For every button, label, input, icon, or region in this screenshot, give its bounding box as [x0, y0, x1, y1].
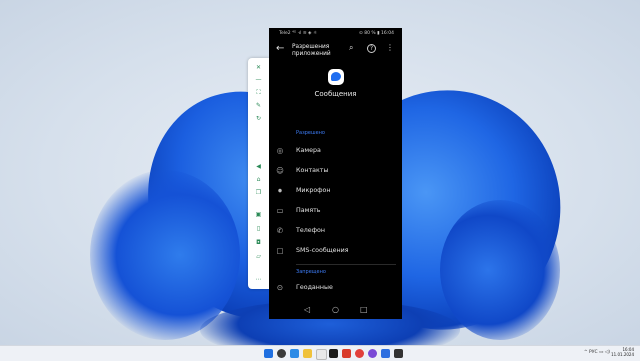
permission-label: SMS-сообщения	[296, 247, 349, 254]
permission-row-camera[interactable]: ◎ Камера	[269, 146, 402, 162]
app-dark-icon[interactable]	[394, 349, 403, 358]
system-tray[interactable]: ^ РУС ▭ ◁)	[584, 350, 610, 355]
permission-row-contacts[interactable]: ☺ Контакты	[269, 166, 402, 182]
permission-row-phone[interactable]: ✆ Телефон	[269, 226, 402, 242]
rotate-icon[interactable]: ↻	[248, 115, 269, 122]
folder-icon: ▭	[276, 206, 284, 215]
android-nav-bar: ◁ ○ □	[269, 303, 402, 319]
phone-icon[interactable]: ▯	[248, 225, 269, 232]
fullscreen-icon[interactable]: ⛶	[248, 89, 269, 97]
help-icon[interactable]: ?	[367, 44, 376, 53]
minimize-icon[interactable]: —	[248, 76, 269, 83]
permission-row-folder[interactable]: ▭ Память	[269, 206, 402, 222]
permission-label: Геоданные	[296, 284, 333, 291]
permission-row-microphone[interactable]: ⏺ Микрофон	[269, 186, 402, 202]
start-button[interactable]	[264, 349, 273, 358]
windows-taskbar: ^ РУС ▭ ◁) 16:04 11.01.2024	[0, 345, 640, 361]
permission-label: Телефон	[296, 227, 325, 234]
phone-icon: ✆	[276, 226, 284, 235]
status-bar: Tele2 ⁴ᴳ ·ıl ≋ ◈ ☼ ⊙ 80 % ▮ 16:04	[269, 28, 402, 39]
copy-icon[interactable]: ❐	[248, 189, 269, 196]
camera-icon[interactable]: ◘	[248, 239, 269, 246]
app-bar: ← Разрешения приложений ⌕ ? ⋮	[269, 40, 402, 62]
carrier-signal: Tele2 ⁴ᴳ ·ıl ≋ ◈ ☼	[279, 31, 317, 36]
nav-home-icon[interactable]: ○	[332, 305, 339, 314]
nav-recents-icon[interactable]: □	[360, 305, 368, 314]
search-taskbar-icon[interactable]	[277, 349, 286, 358]
volume-icon[interactable]: ◀	[248, 163, 269, 170]
home-icon[interactable]: ⌂	[248, 176, 269, 183]
messages-app-icon	[328, 69, 344, 85]
clock-date: 11.01.2024	[611, 352, 634, 357]
pin-icon[interactable]: ✎	[248, 102, 269, 109]
back-arrow-icon[interactable]: ←	[276, 43, 284, 54]
contacts-icon: ☺	[276, 166, 284, 175]
clock[interactable]: 16:04 11.01.2024	[611, 347, 634, 357]
folder-icon[interactable]: ▱	[248, 253, 269, 260]
search-icon[interactable]: ⌕	[349, 43, 353, 53]
acrobat-icon[interactable]	[342, 349, 351, 358]
chat-icon[interactable]	[290, 349, 299, 358]
section-divider	[296, 264, 396, 265]
nav-back-icon[interactable]: ◁	[304, 305, 310, 314]
location-icon: ⊙	[276, 283, 284, 292]
scrcpy-side-toolbar: ✕ — ⛶ ✎ ↻ ◀ ⌂ ❐ ▣ ▯ ◘ ▱ ⋯	[248, 58, 269, 289]
permission-row-sms[interactable]: ▢ SMS-сообщения	[269, 246, 402, 262]
phone-mirror-window: Tele2 ⁴ᴳ ·ıl ≋ ◈ ☼ ⊙ 80 % ▮ 16:04 ← Разр…	[269, 28, 402, 319]
permission-label: Контакты	[296, 167, 329, 174]
screenshot-icon[interactable]: ▣	[248, 211, 269, 218]
camera-icon: ◎	[276, 146, 284, 155]
app-red-icon[interactable]	[355, 349, 364, 358]
app-name: Сообщения	[314, 90, 357, 98]
permission-row-location[interactable]: ⊙ Геоданные	[269, 283, 402, 299]
permission-label: Микрофон	[296, 187, 331, 194]
file-explorer-icon[interactable]	[303, 349, 312, 358]
permission-label: Камера	[296, 147, 321, 154]
battery-time: ⊙ 80 % ▮ 16:04	[359, 31, 394, 36]
sms-icon: ▢	[276, 246, 284, 255]
section-allowed: Разрешено	[296, 130, 325, 136]
permission-label: Память	[296, 207, 321, 214]
microphone-icon: ⏺	[278, 186, 282, 195]
viber-icon[interactable]	[368, 349, 377, 358]
more-icon[interactable]: ⋯	[248, 276, 269, 283]
close-icon[interactable]: ✕	[248, 64, 269, 71]
yandex-browser-icon[interactable]	[316, 349, 327, 360]
more-menu-icon[interactable]: ⋮	[386, 43, 394, 52]
section-denied: Запрещено	[296, 269, 326, 275]
word-icon[interactable]	[381, 349, 390, 358]
terminal-icon[interactable]	[329, 349, 338, 358]
